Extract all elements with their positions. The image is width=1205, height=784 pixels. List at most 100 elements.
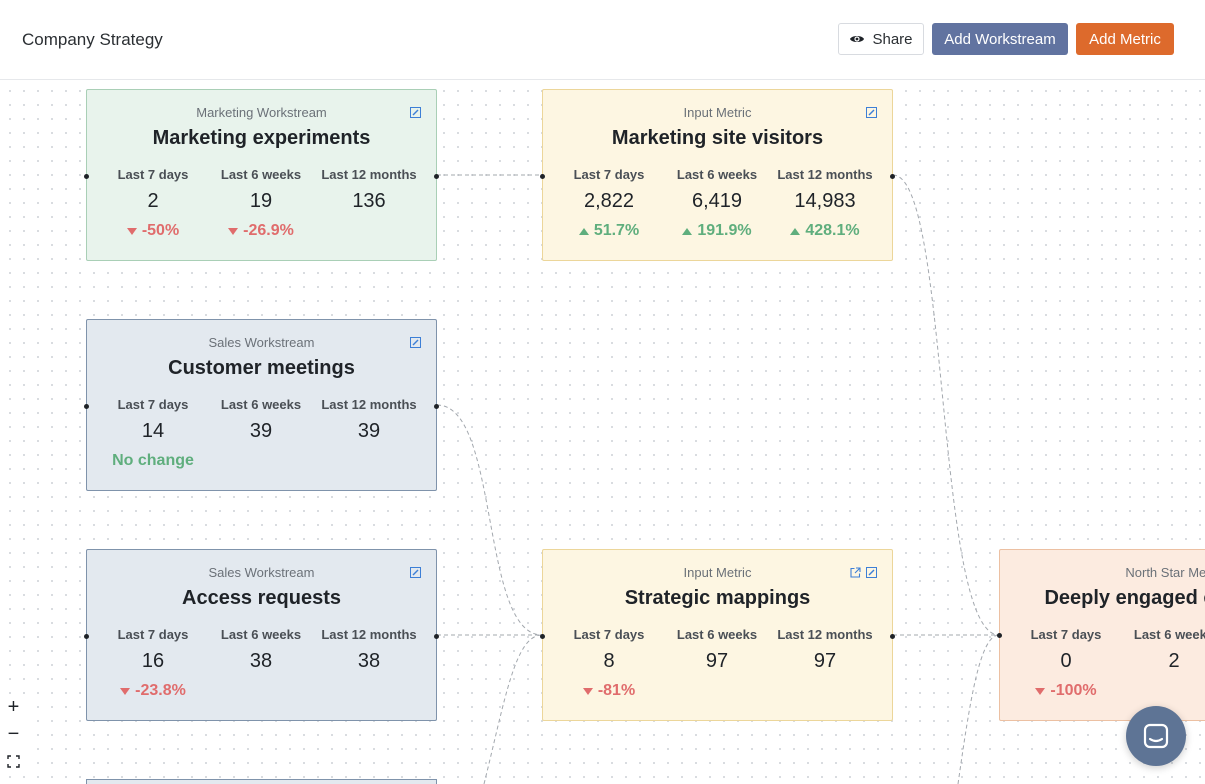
metric-value: 38 — [249, 650, 273, 672]
card-type: Input Metric — [683, 105, 752, 120]
zoom-out-button[interactable]: − — [0, 721, 27, 748]
output-port[interactable] — [890, 174, 895, 179]
card-type: Input Metric — [683, 565, 752, 580]
card-type: Sales Workstream — [208, 335, 315, 350]
card-type: Marketing Workstream — [196, 105, 327, 120]
metric-value: 2 — [1168, 650, 1180, 672]
change-indicator: 51.7% — [555, 222, 663, 240]
input-port[interactable] — [997, 633, 1002, 638]
fit-view-button[interactable] — [0, 748, 27, 775]
edit-icon[interactable] — [410, 337, 421, 348]
down-arrow-icon — [120, 687, 131, 695]
workstream-card-partial[interactable] — [86, 779, 437, 784]
metric-column-7d: Last 7 days 14 No change — [99, 397, 207, 470]
workstream-card-access-requests[interactable]: Sales Workstream Access requests Last 7 … — [84, 549, 439, 721]
add-workstream-button[interactable]: Add Workstream — [932, 23, 1068, 55]
metric-value: 136 — [352, 190, 386, 212]
chat-launcher-button[interactable] — [1126, 706, 1186, 766]
page-title: Company Strategy — [22, 30, 163, 49]
input-port[interactable] — [84, 404, 89, 409]
metric-value: 39 — [249, 420, 273, 442]
card-name: Customer meetings — [168, 357, 355, 379]
output-port[interactable] — [434, 404, 439, 409]
period-label: Last 12 months — [777, 627, 873, 642]
metric-card-marketing-site-visitors[interactable]: Input Metric Marketing site visitors Las… — [540, 89, 895, 261]
period-label: Last 6 weeks — [220, 167, 302, 182]
workstream-card-marketing-experiments[interactable]: Marketing Workstream Marketing experimen… — [84, 89, 439, 261]
input-port[interactable] — [540, 634, 545, 639]
metric-column-12m: Last 12 months 14,983 428.1% — [771, 167, 879, 240]
metric-value: 2,822 — [583, 190, 635, 212]
edit-icon[interactable] — [410, 107, 421, 118]
output-port[interactable] — [890, 634, 895, 639]
card-type: North Star Metric — [1125, 565, 1205, 580]
change-text: -100% — [1050, 682, 1097, 699]
card-name: Marketing experiments — [152, 127, 371, 149]
down-arrow-icon — [126, 227, 137, 235]
metric-value: 97 — [813, 650, 837, 672]
top-bar: Company Strategy Share Add Workstream Ad… — [0, 0, 1205, 80]
metric-value: 97 — [705, 650, 729, 672]
eye-icon — [850, 36, 865, 42]
metric-value: 38 — [357, 650, 381, 672]
period-label: Last 6 weeks — [676, 627, 758, 642]
change-indicator: 428.1% — [771, 222, 879, 240]
change-indicator: -81% — [555, 682, 663, 700]
change-indicator: 191.9% — [663, 222, 771, 240]
metric-value: 0 — [1060, 650, 1072, 672]
period-label: Last 6 weeks — [1133, 627, 1205, 642]
change-text: -26.9% — [243, 222, 294, 239]
period-label: Last 7 days — [1030, 627, 1102, 642]
down-arrow-icon — [582, 687, 593, 695]
change-indicator: -23.8% — [99, 682, 207, 700]
add-metric-button[interactable]: Add Metric — [1076, 23, 1174, 55]
zoom-in-button[interactable]: + — [0, 694, 27, 721]
card-name: Deeply engaged customers — [1044, 587, 1205, 609]
change-text: -81% — [597, 682, 636, 699]
card-name: Strategic mappings — [624, 587, 811, 609]
edit-icon[interactable] — [410, 567, 421, 578]
metric-card-strategic-mappings[interactable]: Input Metric Strategic mappings Last 7 d… — [540, 549, 895, 721]
metric-value: 8 — [603, 650, 615, 672]
period-label: Last 12 months — [321, 167, 417, 182]
edit-icon[interactable] — [866, 567, 877, 578]
metric-value: 14 — [141, 420, 165, 442]
metric-value: 6,419 — [691, 190, 743, 212]
metric-column-6w: Last 6 weeks 97 — [663, 627, 771, 673]
change-indicator: -100% — [1012, 682, 1120, 700]
change-text: -50% — [141, 222, 180, 239]
external-link-icon[interactable] — [850, 567, 861, 578]
metric-value: 2 — [147, 190, 159, 212]
share-button[interactable]: Share — [838, 23, 924, 55]
change-indicator: No change — [112, 452, 194, 469]
metric-column-7d: Last 7 days 0 -100% — [1012, 627, 1120, 700]
period-label: Last 7 days — [573, 627, 645, 642]
change-text: 191.9% — [697, 222, 752, 239]
input-port[interactable] — [540, 174, 545, 179]
metric-column-7d: Last 7 days 8 -81% — [555, 627, 663, 700]
period-label: Last 7 days — [573, 167, 645, 182]
change-text: -23.8% — [135, 682, 186, 699]
edit-icon[interactable] — [866, 107, 877, 118]
period-label: Last 7 days — [117, 167, 189, 182]
share-label: Share — [872, 30, 913, 48]
period-label: Last 12 months — [321, 627, 417, 642]
metric-column-7d: Last 7 days 16 -23.8% — [99, 627, 207, 700]
down-arrow-icon — [1035, 687, 1046, 695]
card-name: Marketing site visitors — [611, 127, 824, 149]
input-port[interactable] — [84, 634, 89, 639]
output-port[interactable] — [434, 634, 439, 639]
period-label: Last 6 weeks — [220, 397, 302, 412]
metric-column-12m: Last 12 months 97 — [771, 627, 879, 673]
metric-column-6w: Last 6 weeks 6,419 191.9% — [663, 167, 771, 240]
change-text: 428.1% — [805, 222, 860, 239]
change-indicator: -26.9% — [207, 222, 315, 240]
metric-value: 16 — [141, 650, 165, 672]
metric-column-7d: Last 7 days 2 -50% — [99, 167, 207, 240]
north-star-card-deeply-engaged[interactable]: North Star Metric Deeply engaged custome… — [999, 549, 1205, 721]
up-arrow-icon — [578, 227, 589, 235]
input-port[interactable] — [84, 174, 89, 179]
card-name: Access requests — [182, 587, 341, 609]
output-port[interactable] — [434, 174, 439, 179]
workstream-card-customer-meetings[interactable]: Sales Workstream Customer meetings Last … — [84, 319, 439, 491]
